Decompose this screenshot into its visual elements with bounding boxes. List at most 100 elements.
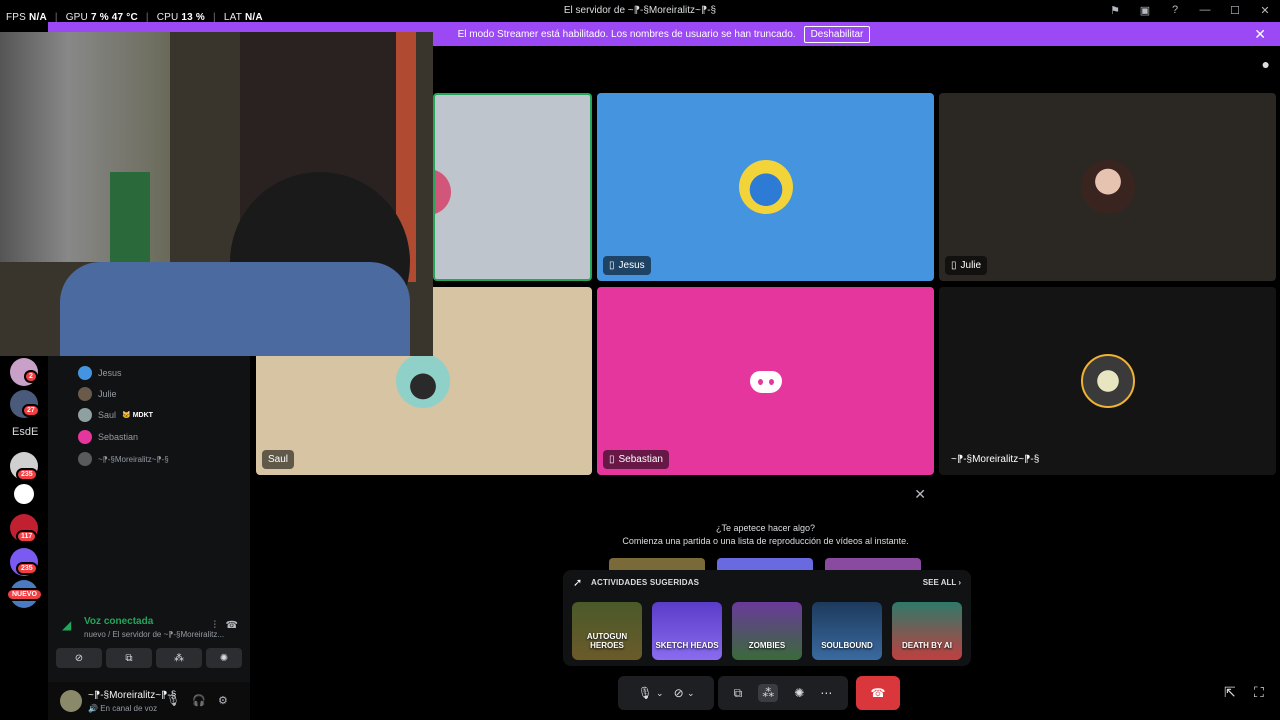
- game-name: SKETCH HEADS: [655, 641, 719, 650]
- new-badge: NUEVO: [6, 588, 43, 601]
- see-all-link[interactable]: SEE ALL ›: [923, 578, 961, 587]
- close-icon[interactable]: ✕: [914, 486, 926, 503]
- user-panel: ~⁋-§Moreiralitz~⁋-§ 🔊 En canal de voz 🎙 …: [48, 682, 250, 720]
- screen-share-icon[interactable]: ⧉: [734, 686, 743, 701]
- game-card[interactable]: DEATH BY AI: [892, 602, 962, 660]
- video-tile-moreiralitz[interactable]: ~⁋-§Moreiralitz~⁋-§: [939, 287, 1276, 475]
- avatar: [78, 430, 92, 444]
- activity-card-preview[interactable]: [609, 558, 705, 570]
- gpu-label: GPU: [65, 12, 88, 23]
- disconnect-icon[interactable]: ☎: [226, 620, 238, 631]
- participant-name: Saul: [268, 454, 289, 465]
- banner-text: El modo Streamer está habilitado. Los no…: [457, 28, 796, 40]
- more-options-icon[interactable]: ⋯: [820, 686, 832, 700]
- chevron-down-icon[interactable]: ⌄: [687, 688, 695, 699]
- participant-tag: ~⁋-§Moreiralitz~⁋-§: [945, 450, 1045, 469]
- user-status-text: En canal de voz: [100, 704, 158, 713]
- inbox-icon[interactable]: ⚑: [1108, 3, 1122, 17]
- pop-out-icon[interactable]: ⇱: [1224, 684, 1236, 701]
- help-icon[interactable]: ?: [1168, 3, 1182, 17]
- close-window-icon[interactable]: ✕: [1258, 3, 1272, 17]
- call-actions: ⧉ ⁂ ✺ ⋯: [718, 676, 848, 710]
- headphones-icon[interactable]: 🎧: [192, 694, 206, 707]
- activities-icon[interactable]: ⁂: [758, 684, 779, 702]
- signal-icon: ◢: [62, 618, 72, 632]
- mobile-icon: ▯: [609, 454, 615, 465]
- member-name: Saul: [98, 410, 117, 420]
- screen-icon[interactable]: ▣: [1138, 3, 1152, 17]
- fps-value: N/A: [29, 12, 47, 23]
- camera-off-button[interactable]: ⊘: [56, 648, 102, 668]
- activities-button[interactable]: ⁂: [156, 648, 202, 668]
- lat-value: N/A: [245, 12, 263, 23]
- game-card[interactable]: SKETCH HEADS: [652, 602, 722, 660]
- avatar: [78, 387, 92, 401]
- avatar: [78, 452, 92, 466]
- video-tile-julie[interactable]: ▯ Julie: [939, 93, 1276, 281]
- avatar: [78, 366, 92, 380]
- member-name: Julie: [98, 389, 117, 399]
- avatar: [1080, 354, 1135, 408]
- voice-member[interactable]: Saul 🐱 MDKT: [78, 408, 153, 422]
- game-name: DEATH BY AI: [901, 641, 953, 650]
- see-all-label: SEE ALL: [922, 578, 957, 587]
- voice-member[interactable]: Julie: [78, 387, 117, 401]
- close-icon[interactable]: ✕: [1254, 26, 1266, 43]
- server-text-icon[interactable]: EsdE: [12, 426, 38, 438]
- screen-share-button[interactable]: ⧉: [106, 648, 152, 668]
- username: ~⁋-§Moreiralitz~⁋-§: [88, 690, 177, 701]
- game-card[interactable]: SOULBOUND: [812, 602, 882, 660]
- voice-connection-panel: ◢ Voz conectada nuevo / El servidor de ~…: [54, 610, 244, 678]
- video-tile-sebastian[interactable]: ▯ Sebastian: [597, 287, 934, 475]
- microphone-icon[interactable]: 🎙: [637, 686, 652, 700]
- member-tag-label: MDKT: [132, 412, 153, 419]
- hang-up-icon: ☎: [870, 686, 886, 700]
- activity-subtitle: Comienza una partida o una lista de repr…: [622, 536, 909, 546]
- game-name: SOULBOUND: [821, 641, 873, 650]
- soundboard-button[interactable]: ✺: [206, 648, 242, 668]
- minimize-icon[interactable]: —: [1198, 3, 1212, 17]
- voice-member[interactable]: Jesus: [78, 366, 122, 380]
- participant-name: Sebastian: [618, 454, 663, 465]
- avatar: [78, 408, 92, 422]
- participant-tag: Saul: [262, 450, 295, 469]
- activity-card-preview[interactable]: [825, 558, 921, 570]
- noise-suppression-icon[interactable]: ⫶: [214, 620, 217, 631]
- game-card[interactable]: ZOMBIES: [732, 602, 802, 660]
- avatar: [738, 160, 793, 214]
- user-status: 🔊 En canal de voz: [88, 704, 158, 713]
- soundboard-icon[interactable]: ✺: [794, 686, 804, 700]
- voice-member[interactable]: ~⁋-§Moreiralitz~⁋-§: [78, 452, 169, 466]
- video-tile-jesus[interactable]: ▯ Jesus: [597, 93, 934, 281]
- notification-badge: 235: [16, 562, 38, 575]
- voice-status: Voz conectada: [84, 616, 154, 627]
- video-tile-speaking[interactable]: [433, 93, 592, 281]
- disconnect-button[interactable]: ☎: [856, 676, 900, 710]
- cpu-value: 13 %: [181, 12, 206, 23]
- chevron-down-icon[interactable]: ⌄: [656, 688, 664, 699]
- chat-icon[interactable]: ●: [1262, 56, 1270, 72]
- game-name: ZOMBIES: [748, 641, 786, 650]
- voice-channel[interactable]: nuevo / El servidor de ~⁋-§Moreiralitz..…: [84, 630, 224, 639]
- mobile-icon: ▯: [609, 260, 615, 271]
- disable-streamer-mode-button[interactable]: Deshabilitar: [803, 25, 871, 43]
- gpu-temp: 47 °C: [111, 12, 138, 23]
- voice-member[interactable]: Sebastian: [78, 430, 138, 444]
- fullscreen-icon[interactable]: ⛶: [1254, 684, 1264, 701]
- gear-icon[interactable]: ⚙: [218, 694, 228, 707]
- camera-off-icon[interactable]: ⊘: [674, 686, 684, 700]
- avatar[interactable]: [60, 690, 82, 712]
- activity-card-preview[interactable]: [717, 558, 813, 570]
- green-object: [110, 172, 150, 262]
- participant-name: Jesus: [618, 260, 645, 271]
- screen-share-icon: ⧉: [125, 652, 133, 664]
- member-tag: 🐱 MDKT: [122, 412, 153, 419]
- lat-label: LAT: [223, 12, 243, 23]
- suggested-activities-title: ACTIVIDADES SUGERIDAS: [591, 578, 700, 587]
- game-card[interactable]: AUTOGUN HEROES: [572, 602, 642, 660]
- server-icon[interactable]: [14, 484, 34, 504]
- participant-tag: ▯ Jesus: [603, 256, 651, 275]
- cpu-label: CPU: [156, 12, 179, 23]
- maximize-icon[interactable]: ☐: [1228, 3, 1242, 17]
- microphone-icon[interactable]: 🎙: [166, 694, 180, 707]
